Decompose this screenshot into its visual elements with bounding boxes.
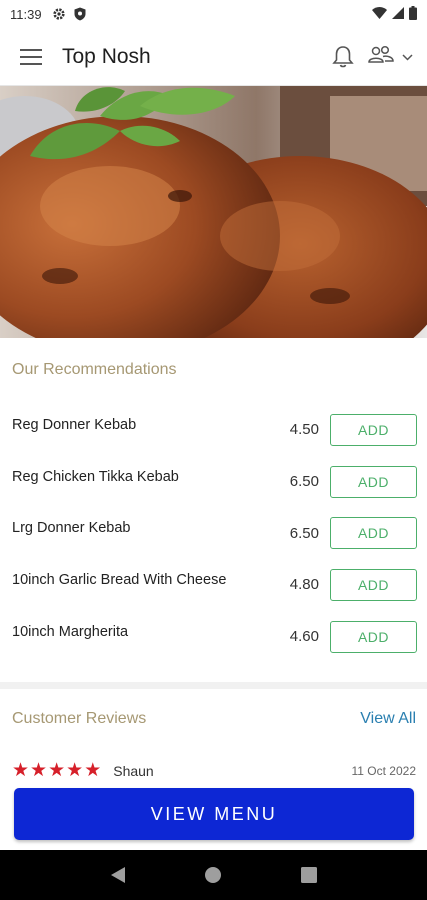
star-icon: ★ (12, 760, 30, 781)
list-item: Reg Donner Kebab 4.50 ADD (0, 404, 427, 456)
status-right-icons (372, 5, 417, 23)
section-divider (0, 682, 427, 689)
bell-icon[interactable] (332, 45, 354, 69)
status-bar: 11:39 (0, 0, 427, 28)
app-bar: Top Nosh (0, 28, 427, 86)
hamburger-menu-icon[interactable] (14, 40, 48, 74)
star-icon: ★ (48, 760, 66, 781)
view-menu-button[interactable]: VIEW MENU (14, 788, 414, 840)
recommendations-list: Reg Donner Kebab 4.50 ADD Reg Chicken Ti… (0, 404, 427, 662)
item-name: 10inch Garlic Bread With Cheese (12, 571, 227, 588)
list-item: Lrg Donner Kebab 6.50 ADD (0, 507, 427, 559)
item-price: 6.50 (289, 524, 319, 542)
star-rating: ★ ★ ★ ★ ★ (12, 761, 101, 780)
item-name: Reg Donner Kebab (12, 416, 137, 433)
list-item: Reg Chicken Tikka Kebab 6.50 ADD (0, 456, 427, 508)
add-button[interactable]: ADD (330, 413, 417, 446)
recommendations-title: Our Recommendations (12, 361, 177, 378)
star-icon: ★ (30, 760, 48, 781)
hero-food-image (0, 86, 427, 338)
back-icon[interactable] (98, 855, 138, 895)
item-name: 10inch Margherita (12, 623, 129, 640)
signal-icon (392, 6, 404, 22)
star-icon: ★ (66, 760, 84, 781)
item-price: 6.50 (289, 473, 319, 491)
add-button[interactable]: ADD (330, 620, 417, 653)
app-title: Top Nosh (62, 44, 151, 68)
list-item: 10inch Garlic Bread With Cheese 4.80 ADD (0, 559, 427, 611)
reviewer-name: Shaun (113, 762, 154, 779)
reviews-header: Customer Reviews View All (0, 710, 427, 728)
recents-icon[interactable] (289, 855, 329, 895)
home-icon[interactable] (193, 855, 233, 895)
item-price: 4.60 (289, 628, 319, 646)
app-bar-actions (332, 44, 413, 69)
recommendations-section: Our Recommendations Reg Donner Kebab 4.5… (0, 338, 427, 682)
system-nav-bar (0, 850, 427, 900)
item-name: Reg Chicken Tikka Kebab (12, 468, 179, 485)
star-icon: ★ (84, 760, 102, 781)
reviews-title: Customer Reviews (12, 710, 147, 727)
item-name: Lrg Donner Kebab (12, 520, 131, 537)
account-switch-button[interactable] (368, 44, 413, 69)
add-button[interactable]: ADD (330, 465, 417, 498)
status-time: 11:39 (10, 6, 42, 22)
people-icon (368, 44, 394, 69)
review-item: ★ ★ ★ ★ ★ Shaun 11 Oct 2022 (0, 761, 427, 780)
item-price: 4.50 (289, 421, 319, 439)
add-button[interactable]: ADD (330, 517, 417, 550)
settings-gear-icon (52, 7, 66, 21)
battery-icon (409, 5, 417, 23)
review-date: 11 Oct 2022 (351, 763, 417, 778)
add-button[interactable]: ADD (330, 568, 417, 601)
wifi-icon (372, 6, 387, 22)
shield-icon (74, 7, 86, 21)
list-item: 10inch Margherita 4.60 ADD (0, 611, 427, 663)
chevron-down-icon (402, 48, 413, 66)
item-price: 4.80 (289, 576, 319, 594)
view-all-link[interactable]: View All (360, 710, 416, 728)
